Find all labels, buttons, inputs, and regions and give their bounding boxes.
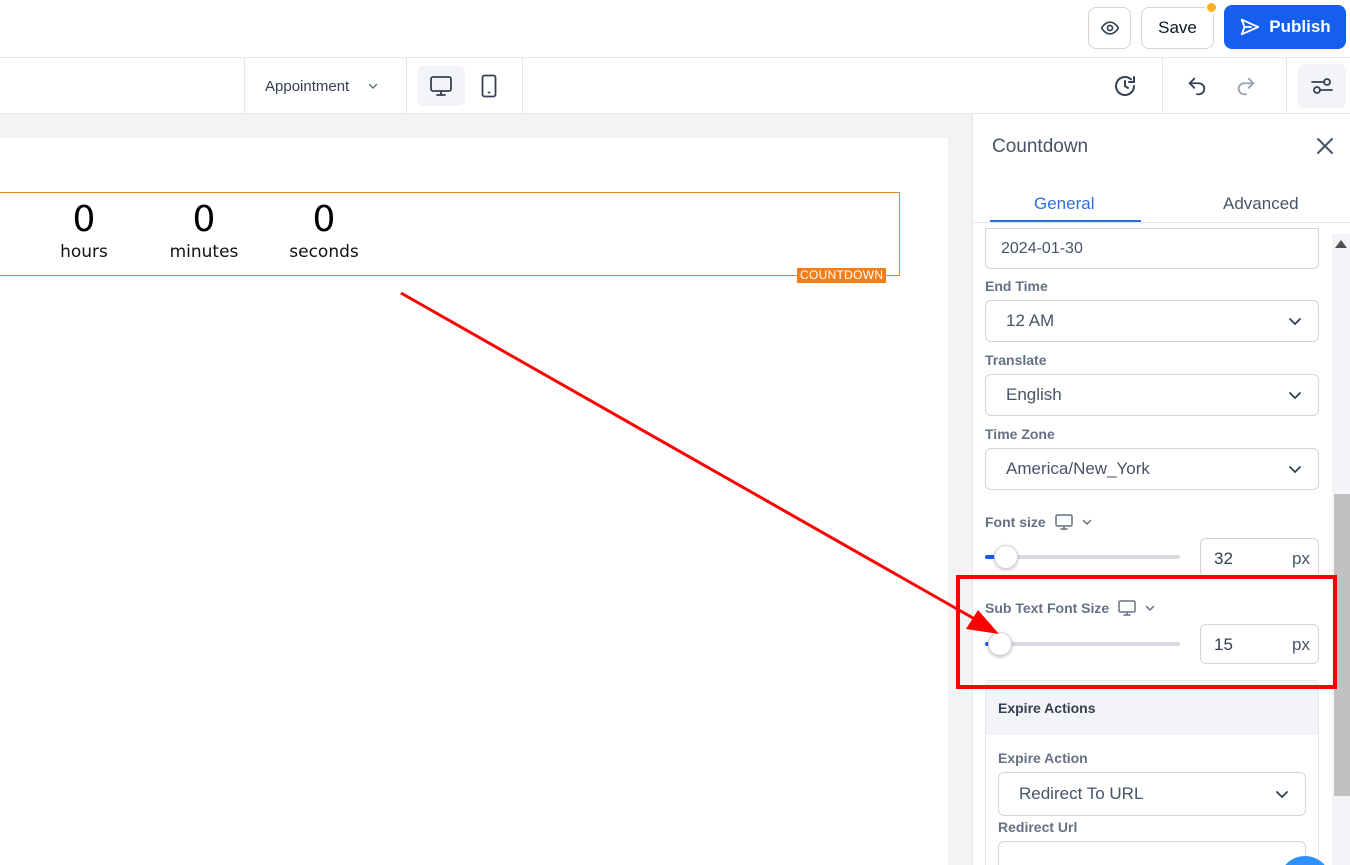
tab-advanced[interactable]: Advanced — [1223, 194, 1299, 214]
chevron-down-icon — [1275, 787, 1289, 801]
history-button[interactable] — [1109, 66, 1141, 106]
unsaved-indicator-dot — [1205, 1, 1218, 14]
mobile-view-button[interactable] — [470, 66, 508, 106]
font-size-slider-thumb[interactable] — [994, 545, 1018, 569]
time-zone-label: Time Zone — [985, 426, 1055, 442]
eye-icon — [1100, 18, 1120, 38]
save-button[interactable]: Save — [1141, 7, 1214, 49]
top-bar: Save Publish — [0, 0, 1350, 58]
scroll-up-arrow-icon[interactable] — [1335, 240, 1347, 248]
sub-text-font-size-slider-thumb[interactable] — [988, 632, 1012, 656]
chevron-down-icon[interactable] — [1082, 517, 1092, 527]
chevron-down-icon — [1288, 462, 1302, 476]
chevron-down-icon[interactable] — [1145, 603, 1155, 613]
sub-text-font-size-unit: px — [1292, 635, 1310, 654]
end-time-label: End Time — [985, 278, 1048, 294]
chevron-down-icon — [367, 80, 379, 92]
desktop-view-button[interactable] — [417, 66, 465, 106]
end-time-select[interactable]: 12 AM — [985, 300, 1319, 342]
desktop-icon — [429, 75, 453, 97]
chevron-down-icon — [1288, 388, 1302, 402]
sub-text-font-size-label-row: Sub Text Font Size — [985, 599, 1155, 617]
font-size-input[interactable]: 32 px — [1200, 538, 1319, 578]
countdown-hours-value: 0 — [72, 199, 96, 240]
expire-action-value: Redirect To URL — [1019, 784, 1144, 803]
redirect-url-input[interactable]: # — [998, 841, 1306, 865]
history-icon — [1113, 74, 1137, 98]
font-size-label: Font size — [985, 514, 1046, 530]
translate-label: Translate — [985, 352, 1047, 368]
redo-icon — [1235, 75, 1257, 97]
tab-general[interactable]: General — [1034, 194, 1094, 214]
font-size-label-row: Font size — [985, 513, 1092, 531]
divider — [1286, 58, 1287, 114]
end-date-input[interactable]: 2024-01-30 — [985, 228, 1319, 269]
countdown-minutes: 0 minutes — [149, 198, 259, 263]
divider — [406, 58, 407, 114]
time-zone-select[interactable]: America/New_York — [985, 448, 1319, 490]
publish-label: Publish — [1269, 17, 1331, 36]
desktop-icon[interactable] — [1054, 513, 1074, 531]
countdown-seconds-value: 0 — [312, 199, 336, 240]
page-select[interactable]: Appointment — [265, 58, 379, 114]
countdown-seconds: 0 seconds — [269, 198, 379, 263]
expire-actions-title: Expire Actions — [998, 700, 1096, 716]
publish-button[interactable]: Publish — [1224, 5, 1346, 49]
sliders-icon — [1310, 76, 1334, 96]
sub-text-font-size-value: 15 — [1214, 635, 1233, 654]
countdown-hours-label: hours — [60, 242, 108, 262]
close-panel-button[interactable] — [1315, 136, 1335, 156]
panel-tabs: General Advanced — [973, 182, 1350, 223]
redo-button[interactable] — [1231, 66, 1261, 106]
time-zone-value: America/New_York — [1006, 459, 1150, 478]
sub-text-font-size-label: Sub Text Font Size — [985, 600, 1110, 616]
settings-button[interactable] — [1298, 64, 1346, 108]
editor-toolbar: Appointment — [0, 58, 1350, 114]
undo-button[interactable] — [1182, 66, 1212, 106]
panel-title: Countdown — [992, 136, 1089, 157]
panel-scrollbar-thumb[interactable] — [1334, 494, 1350, 796]
active-tab-indicator — [990, 220, 1141, 222]
undo-icon — [1186, 75, 1208, 97]
expire-actions-header[interactable]: Expire Actions — [986, 681, 1318, 735]
properties-panel: Countdown General Advanced 2024-01-30 En… — [972, 114, 1350, 865]
end-time-value: 12 AM — [1006, 311, 1055, 330]
countdown-element-tag: COUNTDOWN — [797, 268, 887, 283]
expire-action-select[interactable]: Redirect To URL — [998, 772, 1306, 816]
send-icon — [1239, 16, 1261, 38]
end-date-value: 2024-01-30 — [1001, 239, 1083, 257]
sub-text-font-size-slider[interactable] — [985, 642, 1180, 646]
divider — [244, 58, 245, 114]
translate-select[interactable]: English — [985, 374, 1319, 416]
page-select-value: Appointment — [265, 77, 350, 95]
countdown-hours: 0 hours — [29, 198, 139, 263]
close-icon — [1315, 136, 1335, 156]
mobile-icon — [480, 74, 498, 98]
expire-actions-section: Expire Actions Expire Action Redirect To… — [985, 680, 1319, 865]
font-size-value: 32 — [1214, 549, 1233, 568]
translate-value: English — [1006, 385, 1062, 404]
divider — [522, 58, 523, 114]
sub-text-font-size-input[interactable]: 15 px — [1200, 624, 1319, 664]
countdown-minutes-label: minutes — [169, 242, 239, 262]
chevron-down-icon — [1288, 314, 1302, 328]
expire-action-label: Expire Action — [998, 750, 1088, 766]
divider — [1162, 58, 1163, 114]
redirect-url-label: Redirect Url — [998, 819, 1078, 835]
desktop-icon[interactable] — [1117, 599, 1137, 617]
countdown-minutes-value: 0 — [192, 199, 216, 240]
countdown-seconds-label: seconds — [289, 242, 359, 262]
font-size-unit: px — [1292, 549, 1310, 568]
preview-button[interactable] — [1088, 7, 1131, 49]
